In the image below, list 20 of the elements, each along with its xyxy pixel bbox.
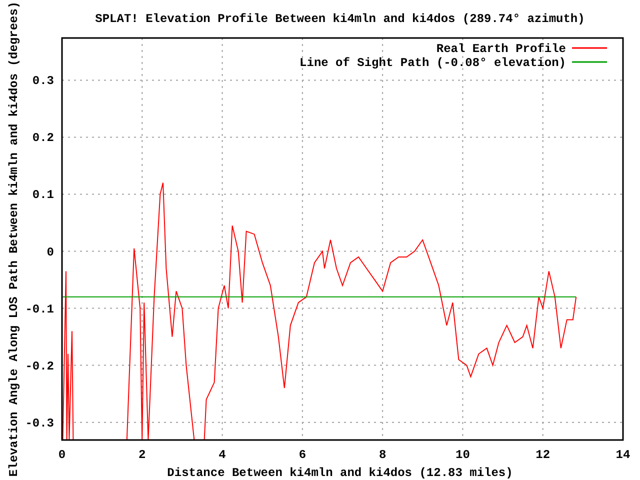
y-tick-label: 0.2 [32,131,54,146]
x-tick-label: 8 [378,448,386,462]
y-tick-label: 0.1 [32,188,54,202]
x-tick-label: 12 [536,448,550,462]
x-tick-label: 10 [456,448,470,462]
y-axis-label: Elevation Angle Along LOS Path Between ki4mln and ki4dos (degrees) [7,1,21,477]
x-tick-label: 4 [218,448,226,462]
x-tick-label: 2 [138,448,146,462]
x-axis-label: Distance Between ki4mln and ki4dos (12.83 miles) [167,466,513,480]
y-tick-label: 0 [46,245,54,260]
y-tick-label: -0.3 [25,416,54,430]
y-tick-label: -0.2 [25,359,54,374]
x-tick-label: 14 [616,448,630,462]
legend-label: Real Earth Profile [436,42,566,56]
x-tick-label: 6 [298,448,306,462]
y-tick-label: -0.1 [25,302,54,316]
x-tick-label: 0 [58,448,66,462]
chart-title: SPLAT! Elevation Profile Between ki4mln and ki4dos (289.74° azimuth) [95,12,585,26]
legend-label: Line of Sight Path (-0.08° elevation) [300,56,566,70]
y-tick-label: 0.3 [32,74,54,88]
